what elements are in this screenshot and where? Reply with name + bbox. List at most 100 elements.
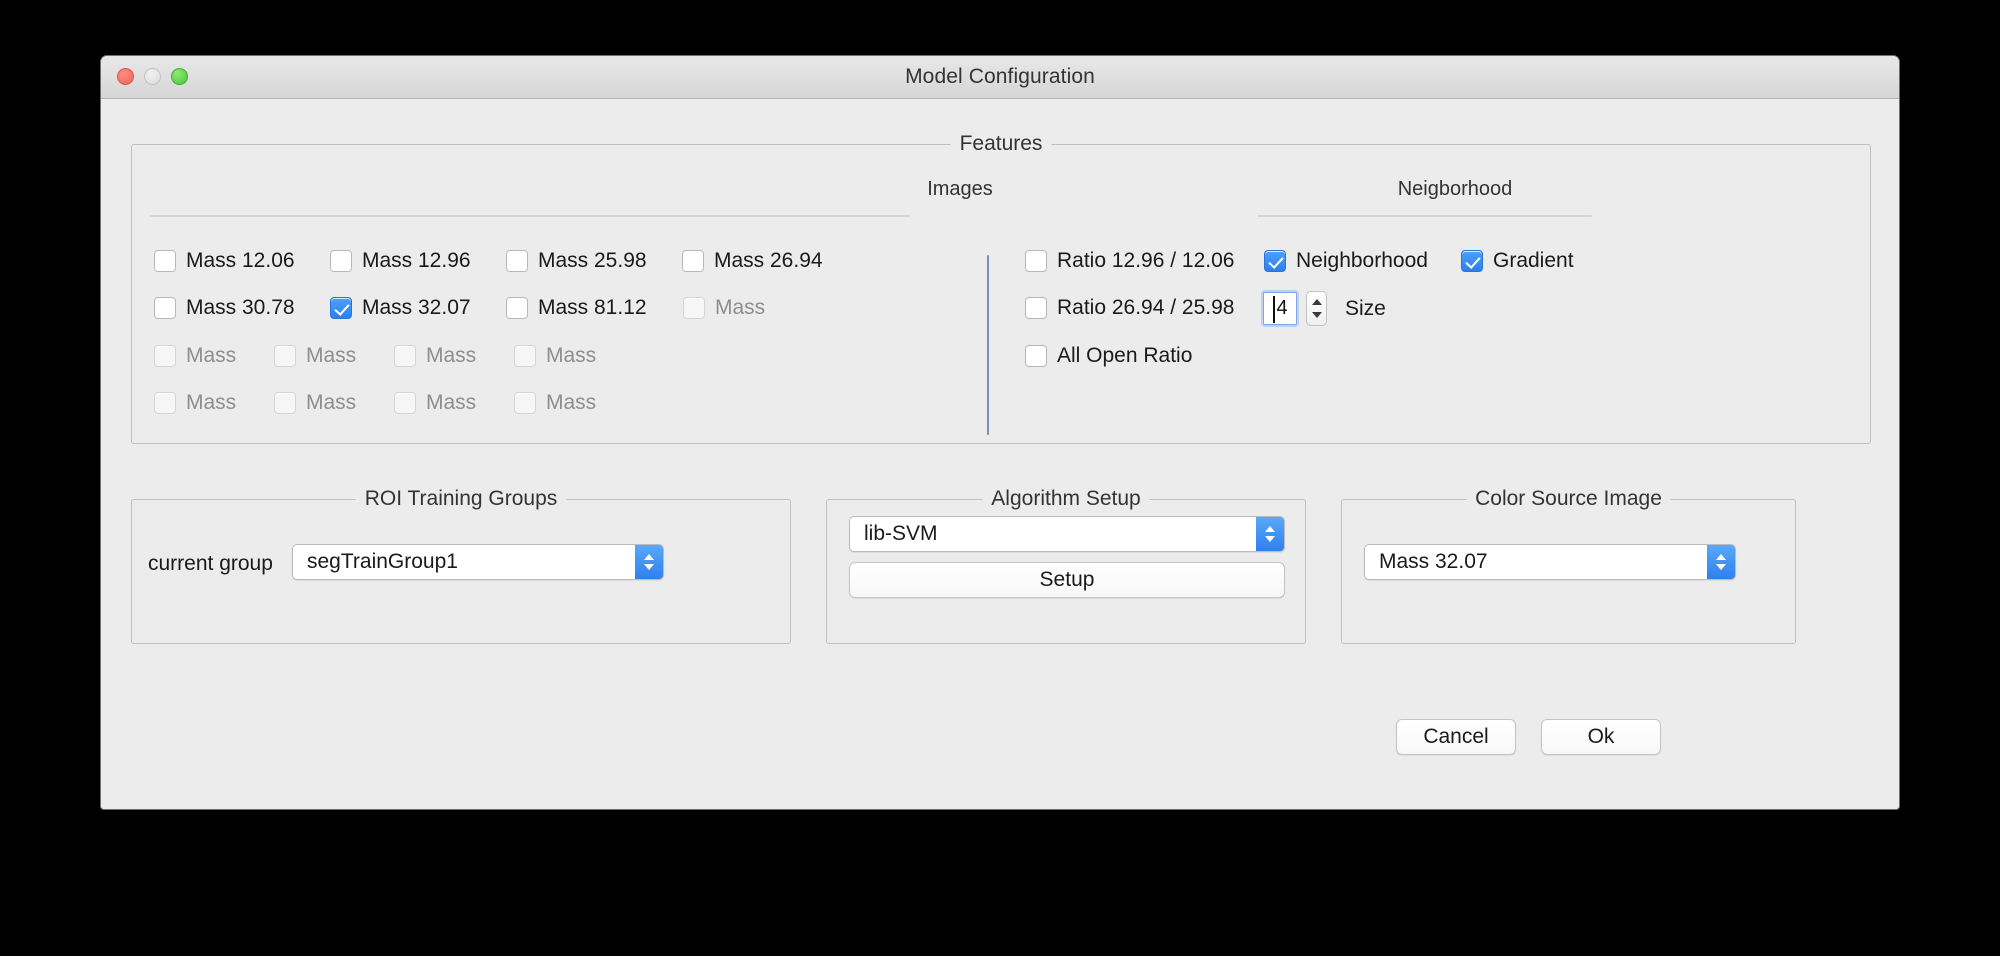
- checkbox-mass-placeholder-5: Mass: [514, 344, 596, 368]
- checkbox-box: [514, 345, 536, 367]
- checkbox-mass-81-12[interactable]: Mass 81.12: [506, 296, 647, 320]
- checkbox-mass-25-98[interactable]: Mass 25.98: [506, 249, 647, 273]
- images-section-header: Images: [927, 178, 993, 200]
- setup-button[interactable]: Setup: [849, 562, 1285, 598]
- checkbox-label: Mass: [186, 344, 237, 367]
- checkbox-all-open-ratio[interactable]: All Open Ratio: [1025, 344, 1192, 368]
- checkbox-neighborhood[interactable]: Neighborhood: [1264, 249, 1428, 273]
- checkbox-mass-placeholder-6: Mass: [154, 391, 236, 415]
- checkbox-label: Mass: [306, 391, 357, 414]
- ok-button[interactable]: Ok: [1541, 719, 1661, 755]
- checkbox-label: Mass: [546, 344, 597, 367]
- text-caret-icon: [1273, 296, 1275, 323]
- checkbox-mass-26-94[interactable]: Mass 26.94: [682, 249, 823, 273]
- size-stepper-arrows[interactable]: [1306, 291, 1327, 326]
- checkbox-box: [154, 297, 176, 319]
- checkbox-mass-12-96[interactable]: Mass 12.96: [330, 249, 471, 273]
- color-source-image-title: Color Source Image: [1466, 487, 1671, 511]
- checkbox-mass-placeholder-4: Mass: [394, 344, 476, 368]
- algorithm-select[interactable]: lib-SVM: [849, 516, 1285, 552]
- checkbox-ratio-26-94-25-98[interactable]: Ratio 26.94 / 25.98: [1025, 296, 1234, 320]
- size-input[interactable]: 4: [1263, 292, 1297, 325]
- chevron-up-icon: [1265, 526, 1275, 532]
- checkbox-box: [1025, 345, 1047, 367]
- features-group-title: Features: [950, 132, 1052, 156]
- checkbox-mass-placeholder-8: Mass: [394, 391, 476, 415]
- checkbox-mass-placeholder-1: Mass: [683, 296, 765, 320]
- model-configuration-window: Model Configuration Features Images Neig…: [100, 55, 1900, 810]
- chevron-up-icon: [644, 554, 654, 560]
- neighborhood-section-header: Neigborhood: [1397, 178, 1513, 200]
- popup-chevrons-icon[interactable]: [1256, 517, 1284, 551]
- checkbox-box: [154, 392, 176, 414]
- checkbox-box: [683, 297, 705, 319]
- color-source-image-group: Color Source Image Mass 32.07: [1341, 487, 1796, 644]
- checkbox-box: [514, 392, 536, 414]
- size-label: Size: [1345, 296, 1386, 320]
- chevron-down-icon: [644, 564, 654, 570]
- chevron-up-icon: [1716, 554, 1726, 560]
- checkbox-label: Mass 32.07: [362, 296, 471, 319]
- checkbox-mass-30-78[interactable]: Mass 30.78: [154, 296, 295, 320]
- cancel-button[interactable]: Cancel: [1396, 719, 1516, 755]
- checkbox-label: Mass: [186, 391, 237, 414]
- section-divider: [987, 255, 989, 435]
- checkbox-label: Ratio 26.94 / 25.98: [1057, 296, 1235, 319]
- checkbox-label: Gradient: [1493, 249, 1574, 272]
- checkbox-box: [1025, 250, 1047, 272]
- checkbox-box: [274, 345, 296, 367]
- color-source-image-select[interactable]: Mass 32.07: [1364, 544, 1736, 580]
- current-group-label: current group: [148, 552, 273, 575]
- checkbox-box: [154, 250, 176, 272]
- algorithm-setup-group: Algorithm Setup lib-SVM Setup: [826, 487, 1306, 644]
- checkbox-box: [274, 392, 296, 414]
- chevron-down-icon: [1265, 536, 1275, 542]
- images-section-rule: [150, 215, 910, 217]
- chevron-down-icon[interactable]: [1311, 312, 1322, 319]
- checkbox-label: Ratio 12.96 / 12.06: [1057, 249, 1235, 272]
- checkbox-label: Mass 30.78: [186, 296, 295, 319]
- checkbox-label: Mass 25.98: [538, 249, 647, 272]
- checkbox-box: [1025, 297, 1047, 319]
- checkbox-box: [394, 345, 416, 367]
- color-source-image-value: Mass 32.07: [1379, 550, 1488, 573]
- checkbox-label: Neighborhood: [1296, 249, 1428, 272]
- checkbox-label: Mass 81.12: [538, 296, 647, 319]
- dialog-content: Features Images Neigborhood Mass 12.06 M…: [101, 99, 1899, 809]
- checkbox-label: Mass: [306, 344, 357, 367]
- checkbox-box: [330, 297, 352, 319]
- checkbox-box: [1461, 250, 1483, 272]
- neighborhood-section-rule: [1257, 215, 1592, 217]
- checkbox-mass-12-06[interactable]: Mass 12.06: [154, 249, 295, 273]
- window-titlebar: Model Configuration: [101, 56, 1899, 99]
- popup-chevrons-icon[interactable]: [1707, 545, 1735, 579]
- checkbox-label: All Open Ratio: [1057, 344, 1193, 367]
- checkbox-label: Mass 12.06: [186, 249, 295, 272]
- popup-chevrons-icon[interactable]: [635, 545, 663, 579]
- checkbox-label: Mass 26.94: [714, 249, 823, 272]
- checkbox-mass-placeholder-9: Mass: [514, 391, 596, 415]
- checkbox-box: [506, 250, 528, 272]
- checkbox-label: Mass 12.96: [362, 249, 471, 272]
- checkbox-box: [1264, 250, 1286, 272]
- chevron-up-icon[interactable]: [1311, 298, 1322, 305]
- window-title: Model Configuration: [905, 65, 1095, 88]
- checkbox-box: [330, 250, 352, 272]
- features-group: Features Images Neigborhood Mass 12.06 M…: [131, 132, 1871, 444]
- algorithm-value: lib-SVM: [864, 522, 938, 545]
- size-input-value: 4: [1276, 297, 1288, 319]
- checkbox-gradient[interactable]: Gradient: [1461, 249, 1574, 273]
- checkbox-mass-32-07[interactable]: Mass 32.07: [330, 296, 471, 320]
- checkbox-box: [506, 297, 528, 319]
- checkbox-label: Mass: [546, 391, 597, 414]
- checkbox-mass-placeholder-3: Mass: [274, 344, 356, 368]
- chevron-down-icon: [1716, 564, 1726, 570]
- checkbox-label: Mass: [426, 391, 477, 414]
- checkbox-label: Mass: [426, 344, 477, 367]
- checkbox-mass-placeholder-7: Mass: [274, 391, 356, 415]
- algorithm-setup-title: Algorithm Setup: [982, 487, 1150, 511]
- current-group-select[interactable]: segTrainGroup1: [292, 544, 664, 580]
- roi-training-groups-title: ROI Training Groups: [355, 487, 567, 511]
- checkbox-mass-placeholder-2: Mass: [154, 344, 236, 368]
- checkbox-ratio-12-96-12-06[interactable]: Ratio 12.96 / 12.06: [1025, 249, 1234, 273]
